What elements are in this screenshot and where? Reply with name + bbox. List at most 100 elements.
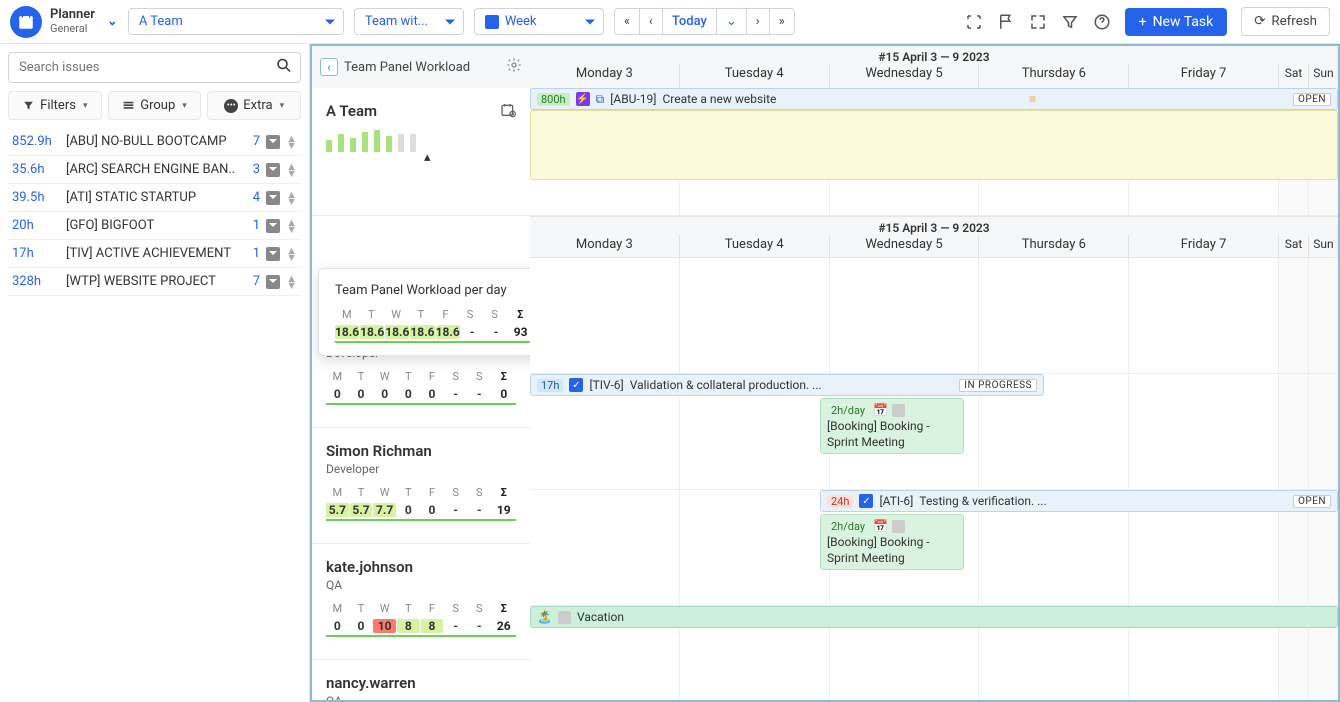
group-button[interactable]: Group▾ [108, 91, 202, 120]
dots-icon: ••• [224, 99, 238, 113]
issue-dropdown-icon[interactable] [266, 247, 280, 261]
issue-row[interactable]: 852.9h [ABU] NO-BULL BOOTCAMP 7 ▲▼ [8, 128, 301, 156]
member-row: kate.johnson QA MTWTFSSΣ001088--26 [312, 544, 530, 660]
nav-next[interactable]: › [747, 9, 770, 34]
day-header: Sat [1278, 235, 1308, 257]
task-ati[interactable]: 24h ✓ [ATI-6] Testing & verification. ..… [820, 490, 1338, 512]
issue-row[interactable]: 20h [GFO] BIGFOOT 1 ▲▼ [8, 212, 301, 240]
nav-today-dropdown[interactable]: ⌄ [717, 9, 747, 34]
task-abu[interactable]: 800h ⚡ ⧉ [ABU-19] Create a new website ≡… [530, 88, 1338, 110]
issue-row[interactable]: 328h [WTP] WEBSITE PROJECT 7 ▲▼ [8, 268, 301, 296]
app-title: Planner [50, 8, 95, 22]
issue-dropdown-icon[interactable] [266, 191, 280, 205]
issue-row[interactable]: 35.6h [ARC] SEARCH ENGINE BAN.. 3 ▲▼ [8, 156, 301, 184]
search-input[interactable] [8, 52, 301, 83]
refresh-label: Refresh [1271, 14, 1317, 29]
calendar-add-icon[interactable] [500, 102, 516, 122]
team-summary-row: A Team ▴ [312, 88, 530, 216]
team-with-value: Team wit... [365, 14, 428, 29]
topbar: Planner General ⌄ A Team Team wit... Wee… [0, 0, 1340, 44]
filters-label: Filters [40, 98, 76, 113]
team-name: A Team [326, 102, 516, 120]
issue-hours: 17h [12, 246, 60, 261]
calendar-week-icon [485, 15, 499, 29]
nav-prev[interactable]: ‹ [640, 9, 663, 34]
search-wrap [8, 52, 301, 83]
week-label-1: #15 April 3 — 9 2023 [530, 46, 1338, 64]
new-task-button[interactable]: + New Task [1125, 8, 1228, 36]
check-disabled-icon [892, 520, 905, 533]
nav-today[interactable]: Today [663, 9, 717, 34]
day-header: Wednesday 5 [829, 235, 979, 257]
team-sparkline [326, 130, 516, 152]
task-tiv-status: IN PROGRESS [959, 379, 1037, 392]
team-select[interactable]: A Team [128, 8, 344, 35]
nav-first[interactable]: « [615, 9, 640, 34]
help-icon[interactable] [1093, 13, 1111, 31]
filter-icon[interactable] [1061, 13, 1079, 31]
period-select[interactable]: Week [474, 8, 604, 35]
issue-sort-icon[interactable]: ▲▼ [286, 275, 297, 289]
plus-icon: + [1139, 14, 1147, 30]
issue-sort-icon[interactable]: ▲▼ [286, 163, 297, 177]
calendar-header-2: #15 April 3 — 9 2023 Monday 3Tuesday 4We… [530, 216, 1338, 258]
priority-icon: ≡ [1029, 92, 1036, 106]
calendar-header-1: #15 April 3 — 9 2023 Monday 3Tuesday 4We… [530, 46, 1338, 88]
issue-name: [GFO] BIGFOOT [66, 218, 240, 233]
app-brand: Planner General ⌄ [10, 6, 118, 38]
issue-dropdown-icon[interactable] [266, 275, 280, 289]
task-tiv[interactable]: 17h ✓ [TIV-6] Validation & collateral pr… [530, 374, 1044, 396]
task-vacation[interactable]: 🏝️ Vacation [530, 606, 1338, 628]
refresh-button[interactable]: ⟳ Refresh [1241, 7, 1330, 36]
extra-label: Extra [243, 98, 272, 113]
filters-button[interactable]: Filters▾ [8, 91, 102, 120]
calendar: #15 April 3 — 9 2023 Monday 3Tuesday 4We… [530, 44, 1340, 702]
flag-icon[interactable] [997, 13, 1015, 31]
issue-dropdown-icon[interactable] [266, 219, 280, 233]
cal-bob-section [530, 258, 1338, 374]
issue-sort-icon[interactable]: ▲▼ [286, 135, 297, 149]
expand-icon[interactable] [1029, 13, 1047, 31]
issue-row[interactable]: 39.5h [ATI] STATIC STARTUP 4 ▲▼ [8, 184, 301, 212]
issue-dropdown-icon[interactable] [266, 135, 280, 149]
panel-body: A Team ▴ Bob Robinson Developer MTWTFSSΣ… [312, 88, 530, 700]
booking-kate[interactable]: 2h/day 📅 [Booking] Booking - Sprint Meet… [820, 514, 964, 570]
panel-title: Team Panel Workload [344, 60, 506, 75]
search-icon[interactable] [275, 56, 293, 79]
task-ati-title: Testing & verification. ... [919, 494, 1046, 508]
nav-last[interactable]: » [770, 9, 794, 34]
app-dropdown[interactable]: ⌄ [107, 14, 118, 29]
gear-icon[interactable] [506, 57, 522, 77]
issue-sort-icon[interactable]: ▲▼ [286, 219, 297, 233]
member-role: QA [326, 578, 516, 592]
team-with-select[interactable]: Team wit... [354, 8, 464, 35]
scan-icon[interactable] [965, 13, 983, 31]
issue-count: 4 [246, 190, 260, 205]
issue-count: 3 [246, 162, 260, 177]
task-abu-hours: 800h [537, 93, 570, 106]
cal-team-section: 800h ⚡ ⧉ [ABU-19] Create a new website ≡… [530, 88, 1338, 216]
task-tiv-title: Validation & collateral production. ... [630, 378, 822, 392]
task-abu-span[interactable] [530, 110, 1338, 180]
member-row: nancy.warren QA MTWTFSSΣ-------0 [312, 660, 530, 700]
app-subtitle: General [50, 22, 95, 35]
calendar-booking-icon: 📅 [873, 403, 888, 417]
issue-count: 1 [246, 246, 260, 261]
extra-button[interactable]: ••• Extra▾ [207, 91, 301, 120]
issue-row[interactable]: 17h [TIV] ACTIVE ACHIEVEMENT 1 ▲▼ [8, 240, 301, 268]
planner-icon [10, 6, 42, 38]
check-disabled-icon [892, 404, 905, 417]
issue-sort-icon[interactable]: ▲▼ [286, 191, 297, 205]
booking-title-1: [Booking] Booking - Sprint Meeting [827, 419, 957, 450]
member-role: Developer [326, 462, 516, 476]
team-panel: ‹ Team Panel Workload A Team [310, 44, 530, 702]
task-ati-status: OPEN [1293, 495, 1331, 508]
issue-dropdown-icon[interactable] [266, 163, 280, 177]
booking-simon[interactable]: 2h/day 📅 [Booking] Booking - Sprint Meet… [820, 398, 964, 454]
issue-sort-icon[interactable]: ▲▼ [286, 247, 297, 261]
issue-hours: 852.9h [12, 134, 60, 149]
issue-hours: 39.5h [12, 190, 60, 205]
panel-collapse-button[interactable]: ‹ [320, 58, 338, 76]
refresh-icon: ⟳ [1254, 14, 1265, 29]
issue-count: 1 [246, 218, 260, 233]
